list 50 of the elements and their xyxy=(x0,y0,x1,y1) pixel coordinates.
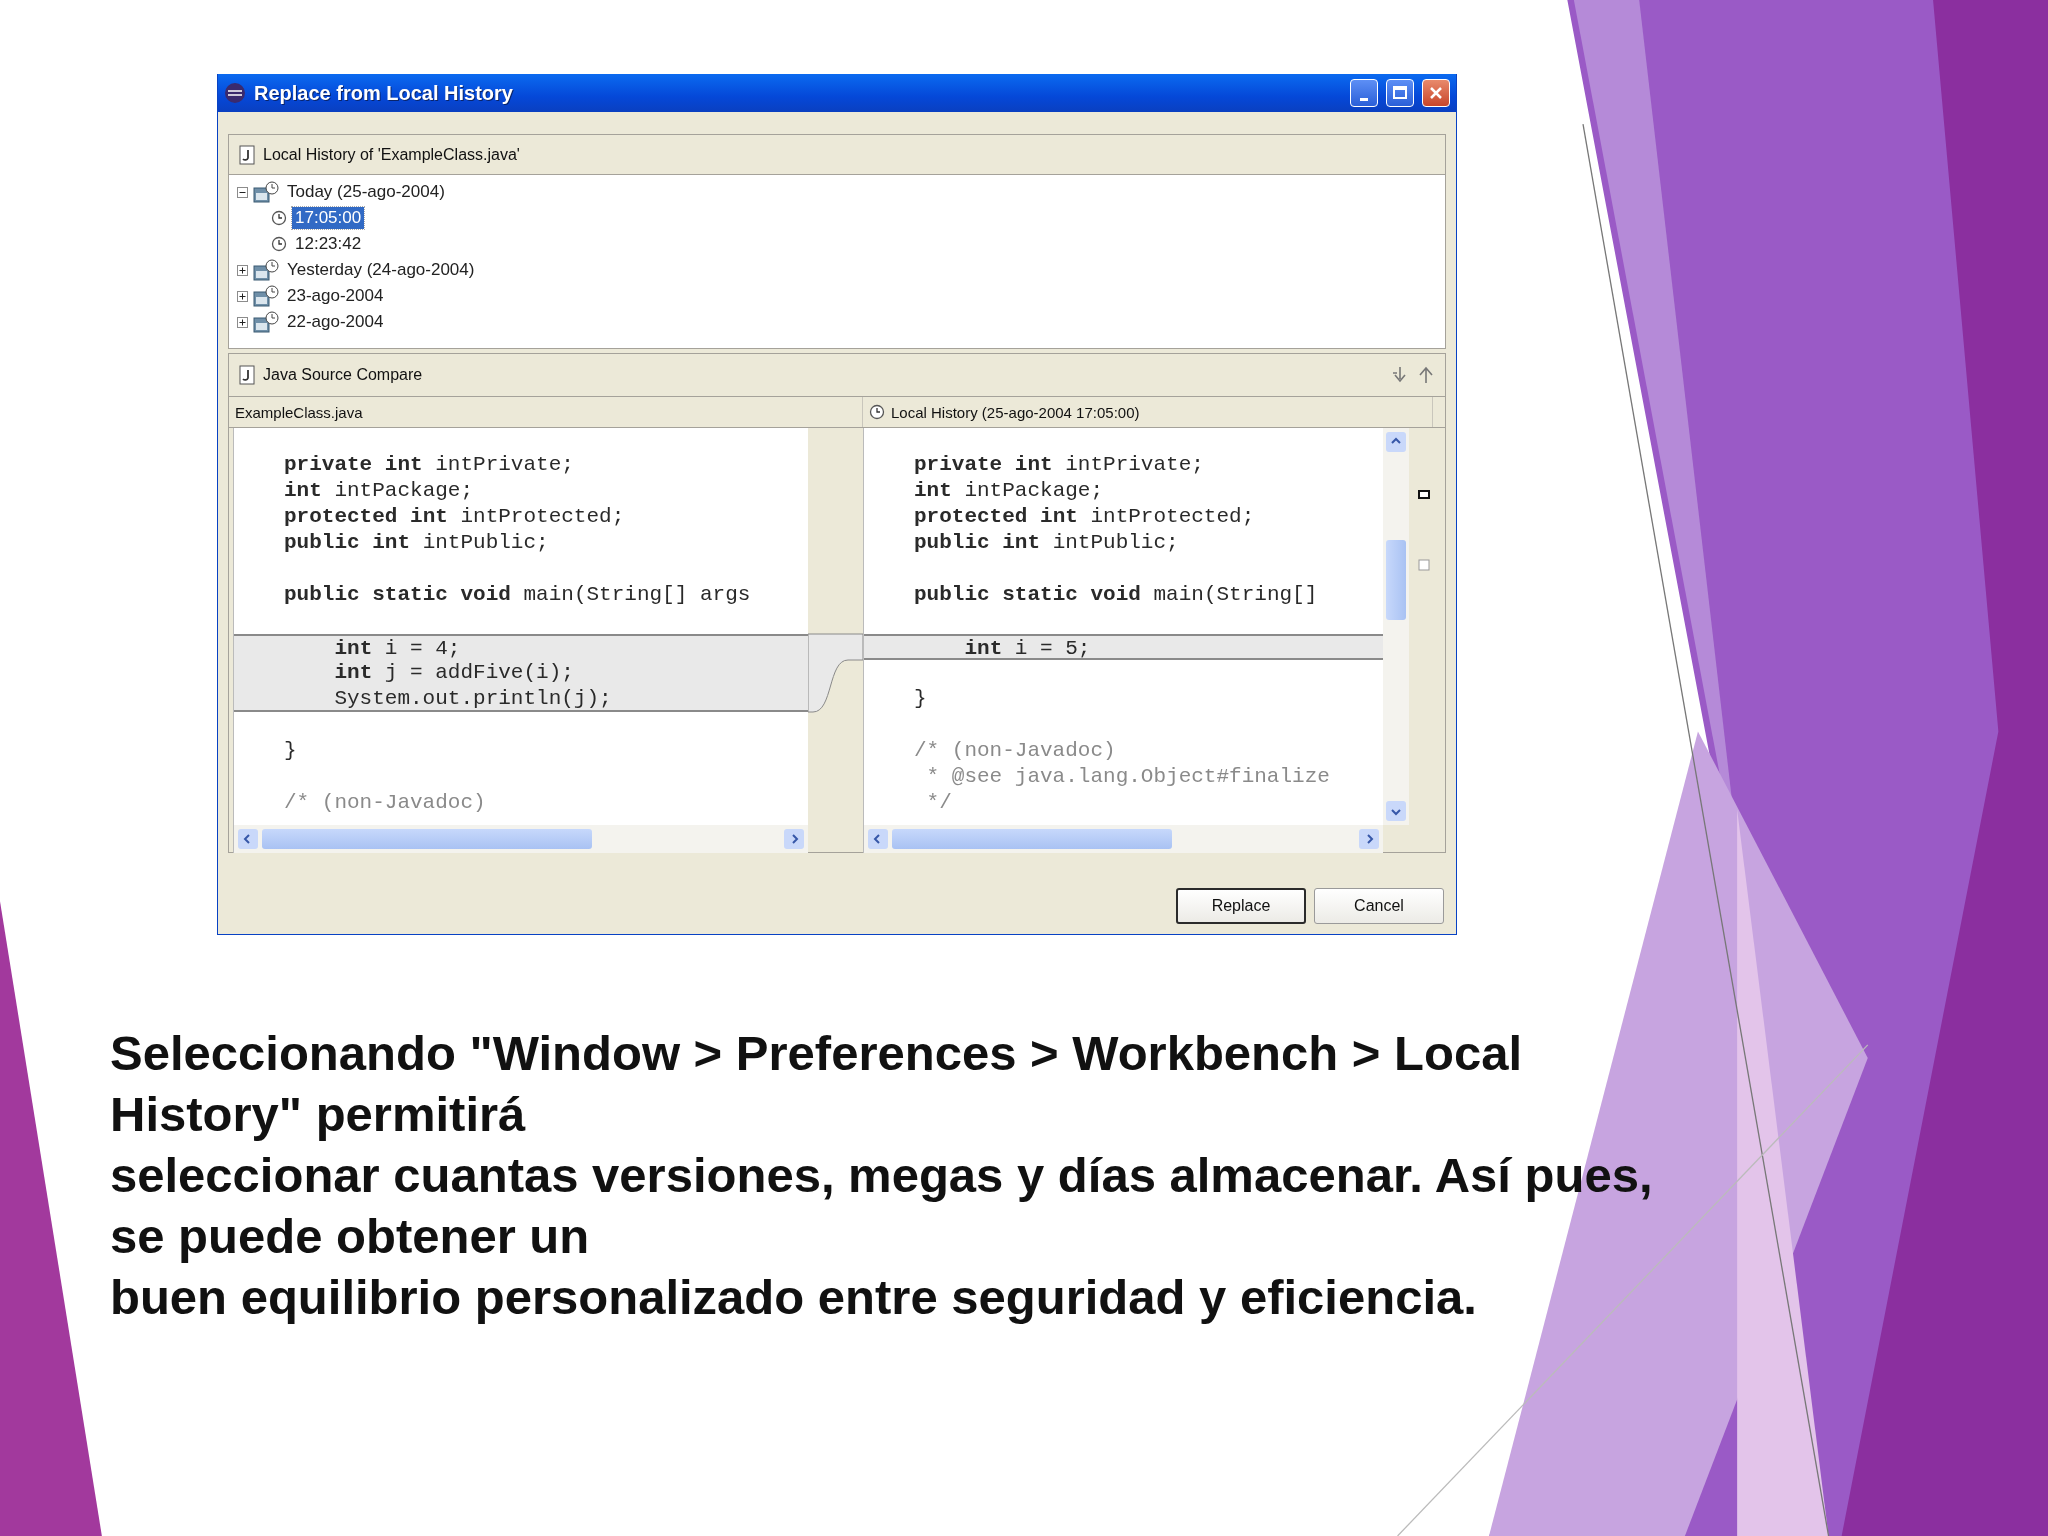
panel-title: Java Source Compare xyxy=(263,366,423,384)
slide-caption: Seleccionando "Window > Preferences > Workbench > Local History" permitirá seleccionar cuantas versiones, megas y días almacenar. Así pues, se puede obtener un buen equilibrio personalizado entre seguridad y eficiencia. xyxy=(110,1025,1654,1326)
minimize-icon xyxy=(1360,97,1368,101)
close-button[interactable] xyxy=(1422,79,1450,107)
tree-item[interactable]: 22-ago-2004 xyxy=(284,311,387,333)
up-arrow-icon[interactable] xyxy=(1417,365,1435,385)
window-title: Replace from Local History xyxy=(254,81,514,105)
file-icon xyxy=(239,365,255,385)
calendar-clock-icon xyxy=(253,311,279,333)
clock-icon xyxy=(869,404,885,420)
expand-icon[interactable] xyxy=(237,264,248,276)
tree-item[interactable]: 12:23:42 xyxy=(292,233,365,255)
maximize-button[interactable] xyxy=(1386,79,1414,107)
scroll-right-icon[interactable] xyxy=(1359,829,1379,849)
scrollbar-thumb[interactable] xyxy=(892,829,1172,849)
next-change-icon[interactable] xyxy=(1391,365,1409,385)
scrollbar-thumb[interactable] xyxy=(262,829,592,849)
dialog-button[interactable]: Cancel xyxy=(1314,888,1444,924)
maximize-icon xyxy=(1392,85,1408,101)
sphere-icon xyxy=(224,82,246,104)
change-marker-icon xyxy=(1418,559,1430,571)
tree-item[interactable]: 17:05:00 xyxy=(292,207,365,229)
scroll-right-icon[interactable] xyxy=(784,829,804,849)
tree-item[interactable]: Today (25-ago-2004) xyxy=(284,181,448,203)
scroll-up-icon[interactable] xyxy=(1386,432,1406,452)
clock-icon xyxy=(271,210,287,226)
scroll-left-icon[interactable] xyxy=(868,829,888,849)
change-marker-icon xyxy=(1418,490,1430,499)
collapse-icon[interactable] xyxy=(237,186,248,198)
minimize-button[interactable] xyxy=(1350,79,1378,107)
dialog-button[interactable]: Replace xyxy=(1176,888,1306,924)
horizontal-scrollbar[interactable] xyxy=(233,825,808,853)
clock-icon xyxy=(271,236,287,252)
expand-icon[interactable] xyxy=(237,290,248,302)
calendar-clock-icon xyxy=(253,285,279,307)
calendar-clock-icon xyxy=(253,181,279,203)
scroll-left-icon[interactable] xyxy=(238,829,258,849)
scroll-down-icon[interactable] xyxy=(1386,801,1406,821)
horizontal-scrollbar[interactable] xyxy=(863,825,1383,853)
tree-item[interactable]: Yesterday (24-ago-2004) xyxy=(284,259,478,281)
vertical-scrollbar[interactable] xyxy=(1383,428,1409,825)
pane-title: Local History (25-ago-2004 17:05:00) xyxy=(891,403,1140,421)
tree-item[interactable]: 23-ago-2004 xyxy=(284,285,387,307)
scrollbar-thumb[interactable] xyxy=(1386,540,1406,620)
calendar-clock-icon xyxy=(253,259,279,281)
pane-title: ExampleClass.java xyxy=(235,403,363,421)
file-icon xyxy=(239,144,255,165)
expand-icon[interactable] xyxy=(237,316,248,328)
panel-title: Local History of 'ExampleClass.java' xyxy=(263,145,520,164)
close-icon xyxy=(1428,85,1444,101)
